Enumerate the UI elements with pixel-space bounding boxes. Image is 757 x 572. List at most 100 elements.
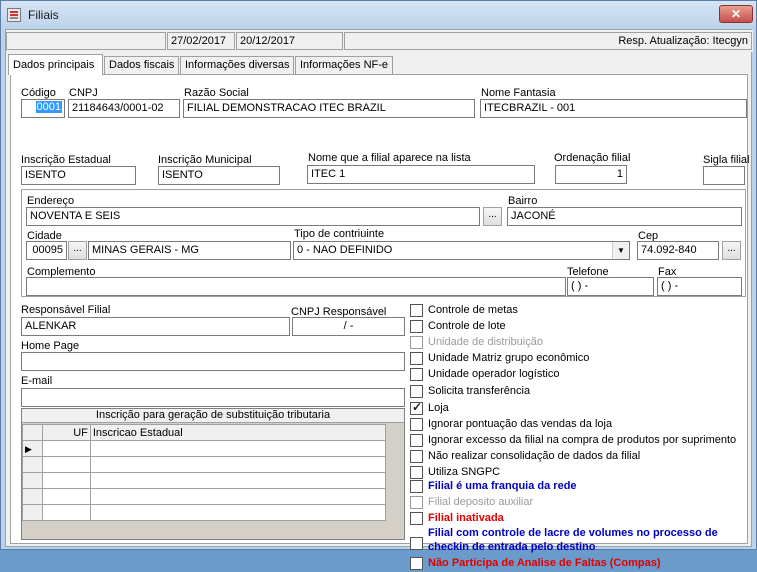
updated-date: 20/12/2017 <box>236 32 343 50</box>
sigla-field[interactable] <box>703 166 745 185</box>
grid-cell[interactable] <box>89 488 387 505</box>
grid-cell[interactable] <box>89 472 387 489</box>
close-button[interactable]: ✕ <box>719 5 753 23</box>
grid-header-row: UF Inscricao Estadual <box>22 424 387 441</box>
checkbox-label: Utiliza SNGPC <box>428 466 501 478</box>
tipo-contribuinte-select[interactable]: 0 - NAO DEFINIDO ▼ <box>293 241 630 260</box>
checkbox-label: Controle de lote <box>428 320 506 332</box>
cnpj-responsavel-field[interactable]: / - <box>292 317 405 336</box>
cidade-code-field[interactable]: 00095 <box>26 241 67 260</box>
im-label: Inscrição Municipal <box>158 154 252 166</box>
checkbox-icon[interactable] <box>410 450 423 463</box>
nome-fantasia-label: Nome Fantasia <box>481 87 556 99</box>
row-indicator-arrow: ▶ <box>25 443 32 454</box>
cidade-lookup-button[interactable]: ... <box>68 241 87 260</box>
status-bar: 27/02/2017 20/12/2017 Resp. Atualização:… <box>6 30 753 52</box>
ordenacao-field[interactable]: 1 <box>555 165 627 184</box>
tab-panel-dados-principais: Código 0001 CNPJ 21184643/0001-02 Razão … <box>10 74 749 570</box>
checkbox-label: Ignorar pontuação das vendas da loja <box>428 418 613 430</box>
st-inscricao-grid: Inscrição para geração de substituição t… <box>21 408 405 540</box>
razao-social-field[interactable]: FILIAL DEMONSTRACAO ITEC BRAZIL <box>183 99 475 118</box>
checkbox-icon[interactable] <box>410 385 423 398</box>
tab-dados-principais[interactable]: Dados principais <box>8 54 103 75</box>
checkbox-label: Loja <box>428 402 449 414</box>
tab-dados-fiscais[interactable]: Dados fiscais <box>104 56 179 74</box>
checkbox-icon <box>410 496 423 509</box>
cnpj-label: CNPJ <box>69 87 98 99</box>
email-field[interactable] <box>21 388 405 407</box>
filiais-window: Filiais ✕ 27/02/2017 20/12/2017 Resp. At… <box>0 0 757 570</box>
cep-lookup-button[interactable]: ... <box>722 241 741 260</box>
grid-title: Inscrição para geração de substituição t… <box>22 409 404 423</box>
nome-lista-field[interactable]: ITEC 1 <box>307 165 535 184</box>
grid-cell[interactable] <box>41 488 91 505</box>
homepage-field[interactable] <box>21 352 405 371</box>
checkbox-icon[interactable] <box>410 320 423 333</box>
tipo-contribuinte-value: 0 - NAO DEFINIDO <box>297 244 393 256</box>
ordenacao-label: Ordenação filial <box>554 152 631 164</box>
grid-col-ie[interactable]: Inscricao Estadual <box>89 424 387 441</box>
grid-table: UF Inscricao Estadual ▶ <box>22 424 387 521</box>
email-label: E-mail <box>21 375 53 387</box>
ie-field[interactable]: ISENTO <box>21 166 136 185</box>
checkbox-icon[interactable] <box>410 537 423 550</box>
fax-field[interactable]: ( ) - <box>657 277 742 296</box>
endereco-field[interactable]: NOVENTA E SEIS <box>26 207 480 226</box>
grid-cell[interactable] <box>41 472 91 489</box>
client-area: 27/02/2017 20/12/2017 Resp. Atualização:… <box>5 29 753 570</box>
tipo-contribuinte-label: Tipo de contriuinte <box>294 228 385 240</box>
complemento-field[interactable] <box>26 277 566 296</box>
checkbox-icon[interactable] <box>410 434 423 447</box>
window-title: Filiais <box>28 8 59 22</box>
row-indicator-icon: ▶ <box>22 440 43 457</box>
table-row[interactable] <box>22 488 387 505</box>
title-bar: Filiais ✕ <box>1 1 756 29</box>
chevron-down-icon[interactable]: ▼ <box>612 242 629 259</box>
checkbox-checked-icon[interactable] <box>410 400 423 415</box>
grid-cell[interactable] <box>89 440 387 457</box>
ie-label: Inscrição Estadual <box>21 154 111 166</box>
telefone-field[interactable]: ( ) - <box>567 277 654 296</box>
checkbox-icon[interactable] <box>410 557 423 570</box>
row-indicator <box>22 488 43 505</box>
grid-cell[interactable] <box>89 504 387 521</box>
checkbox-icon[interactable] <box>410 418 423 431</box>
bairro-field[interactable]: JACONÉ <box>507 207 742 226</box>
checkbox-label: Unidade operador logístico <box>428 368 560 380</box>
endereco-lookup-button[interactable]: ... <box>483 207 502 226</box>
table-row[interactable] <box>22 504 387 521</box>
nome-lista-label: Nome que a filial aparece na lista <box>308 152 471 164</box>
responsavel-field[interactable]: ALENKAR <box>21 317 290 336</box>
homepage-label: Home Page <box>21 340 80 352</box>
tab-informacoes-nfe[interactable]: Informações NF-e <box>295 56 393 74</box>
nome-fantasia-field[interactable]: ITECBRAZIL - 001 <box>480 99 747 118</box>
im-field[interactable]: ISENTO <box>158 166 280 185</box>
cidade-name-field[interactable]: MINAS GERAIS - MG <box>88 241 291 260</box>
table-row[interactable] <box>22 456 387 473</box>
codigo-field[interactable]: 0001 <box>21 99 65 118</box>
resp-atualizacao: Resp. Atualização: Itecgyn <box>344 32 752 50</box>
grid-cell[interactable] <box>41 456 91 473</box>
checkbox-icon[interactable] <box>410 352 423 365</box>
grid-col-uf[interactable]: UF <box>41 424 91 441</box>
grid-cell[interactable] <box>41 504 91 521</box>
checkbox-label: Unidade Matriz grupo econômico <box>428 352 590 364</box>
grid-cell[interactable] <box>89 456 387 473</box>
checkbox-icon[interactable] <box>410 466 423 479</box>
tab-informacoes-diversas[interactable]: Informações diversas <box>180 56 294 74</box>
checkbox-icon[interactable] <box>410 368 423 381</box>
status-cell-empty <box>6 32 166 50</box>
checkbox-icon[interactable] <box>410 304 423 317</box>
table-row[interactable] <box>22 472 387 489</box>
row-indicator <box>22 472 43 489</box>
table-row[interactable]: ▶ <box>22 440 387 457</box>
cnpj-field[interactable]: 21184643/0001-02 <box>68 99 180 118</box>
checkbox-label: Unidade de distribuição <box>428 336 543 348</box>
cep-field[interactable]: 74.092-840 <box>637 241 719 260</box>
checkbox-label: Filial inativada <box>428 512 504 524</box>
checkbox-icon[interactable] <box>410 512 423 525</box>
row-indicator <box>22 504 43 521</box>
created-date: 27/02/2017 <box>167 32 235 50</box>
checkbox-icon[interactable] <box>410 480 423 493</box>
grid-cell[interactable] <box>41 440 91 457</box>
